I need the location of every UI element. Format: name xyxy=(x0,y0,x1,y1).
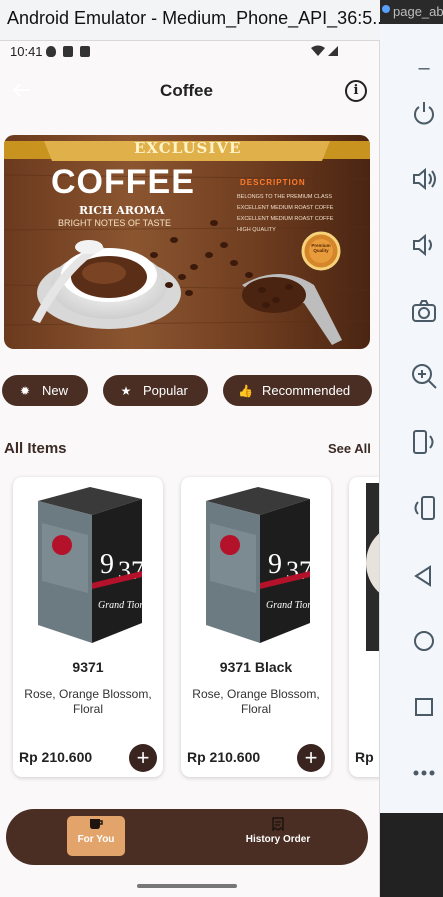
volume-up-icon xyxy=(413,167,436,191)
promo-banner[interactable]: EXCLUSIVE COFFEE RICH AROMA BRIGHT NOTES… xyxy=(4,135,370,349)
receipt-icon xyxy=(272,817,284,831)
product-list: 9 37 Grand Tion 9371 Rose, Orange Blosso… xyxy=(0,477,379,777)
gesture-bar[interactable] xyxy=(137,884,237,888)
product-card[interactable]: 9 37 Grand Tion 9371 Black Rose, Orange … xyxy=(181,477,331,777)
emulator-title-bar: Android Emulator - Medium_Phone_API_36:5… xyxy=(0,0,387,41)
zoom-button[interactable] xyxy=(410,362,438,390)
banner-subhead: RICH AROMA xyxy=(79,204,165,217)
banner-desc-line: HIGH QUALITY xyxy=(237,227,276,233)
overview-nav-button[interactable] xyxy=(410,693,438,721)
svg-text:9: 9 xyxy=(268,549,282,580)
square-overview-icon xyxy=(415,698,433,716)
volume-down-button[interactable] xyxy=(410,231,438,259)
chip-label: Recommended xyxy=(262,383,351,398)
chip-new[interactable]: ✹ New xyxy=(2,375,88,406)
window-title: Android Emulator - Medium_Phone_API_36:5… xyxy=(7,8,388,28)
banner-tagline: BRIGHT NOTES OF TASTE xyxy=(58,218,172,228)
minimize-button[interactable]: – xyxy=(410,54,438,82)
file-icon xyxy=(382,5,390,13)
app-badge-icon xyxy=(80,46,90,57)
status-notification-icons xyxy=(46,46,90,57)
product-name: 9371 xyxy=(72,659,104,675)
svg-text:Grand Tion: Grand Tion xyxy=(98,600,144,611)
zoom-in-icon xyxy=(412,364,437,389)
product-image: 9 37 Grand Tion xyxy=(38,487,144,643)
sd-card-icon xyxy=(63,46,73,57)
editor-tab-label: page_ab xyxy=(393,4,443,19)
svg-text:9: 9 xyxy=(100,549,114,580)
plus-icon: + xyxy=(304,745,318,770)
signal-icon xyxy=(328,46,338,56)
shield-icon xyxy=(46,46,56,57)
product-desc: Rose, Orange Blossom, Floral xyxy=(24,687,152,716)
status-bar: 10:41 xyxy=(0,41,379,63)
screenshot-button[interactable] xyxy=(410,297,438,325)
bottom-navigation: For You History Order xyxy=(6,809,368,865)
rotate-right-button[interactable] xyxy=(410,494,438,522)
chip-label: Popular xyxy=(143,383,188,398)
chip-recommended[interactable]: 👍 Recommended xyxy=(223,375,372,406)
coffee-cup-icon xyxy=(90,819,103,829)
banner-desc-line: EXCELLENT MEDIUM ROAST COFFE xyxy=(237,205,334,211)
plus-icon: + xyxy=(136,745,150,770)
triangle-back-icon xyxy=(414,565,431,587)
page-title: Coffee xyxy=(160,81,213,100)
thumbs-up-icon: 👍 xyxy=(238,383,253,398)
product-image: 9 37 Grand Tion xyxy=(206,487,312,643)
camera-icon xyxy=(412,300,436,322)
circle-home-icon xyxy=(414,631,434,651)
more-dots-icon xyxy=(413,770,435,776)
banner-desc-line: EXCELLENT MEDIUM ROAST COFFE xyxy=(237,216,334,222)
status-time: 10:41 xyxy=(10,44,43,59)
new-badge-icon: ✹ xyxy=(19,383,31,398)
chip-popular[interactable]: ★ Popular xyxy=(103,375,208,406)
back-nav-button[interactable] xyxy=(410,562,438,590)
nav-label: History Order xyxy=(245,834,311,845)
volume-up-button[interactable] xyxy=(410,165,438,193)
volume-down-icon xyxy=(413,233,432,257)
status-system-icons xyxy=(311,45,338,57)
nav-history-order[interactable]: History Order xyxy=(236,817,320,845)
quality-badge: Premium Quality xyxy=(311,243,331,253)
wifi-icon xyxy=(311,45,325,56)
more-button[interactable] xyxy=(410,759,438,787)
banner-headline: COFFEE xyxy=(51,163,195,201)
category-chips: ✹ New ★ Popular 👍 Recommended xyxy=(0,375,379,407)
power-button[interactable] xyxy=(410,99,438,127)
banner-desc-title: DESCRIPTION xyxy=(240,178,306,187)
phone-screen: 10:41 Coffee i EXCLUSIVE COFFEE RICH ARO… xyxy=(0,41,380,897)
star-icon: ★ xyxy=(120,383,132,398)
product-price: Rp xyxy=(355,749,374,765)
editor-tab[interactable]: page_ab xyxy=(380,0,443,24)
add-to-cart-button[interactable]: + xyxy=(129,744,157,772)
chip-label: New xyxy=(42,383,69,398)
rotate-left-icon xyxy=(413,430,434,454)
power-icon xyxy=(414,102,434,125)
rotate-right-icon xyxy=(414,496,435,520)
info-button[interactable]: i xyxy=(345,80,367,102)
product-card[interactable]: Rp xyxy=(349,477,379,777)
home-nav-button[interactable] xyxy=(410,627,438,655)
svg-text:Grand Tion: Grand Tion xyxy=(266,600,312,611)
add-to-cart-button[interactable]: + xyxy=(297,744,325,772)
nav-label: For You xyxy=(77,834,115,845)
product-card[interactable]: 9 37 Grand Tion 9371 Rose, Orange Blosso… xyxy=(13,477,163,777)
emulator-side-toolbar: – xyxy=(380,24,443,897)
nav-for-you[interactable]: For You xyxy=(67,817,125,845)
app-bar: Coffee i xyxy=(0,73,379,109)
banner-desc-line: BELONGS TO THE PREMIUM CLASS xyxy=(237,194,333,200)
product-price: Rp 210.600 xyxy=(19,749,93,765)
product-price: Rp 210.600 xyxy=(187,749,261,765)
info-icon: i xyxy=(353,83,359,98)
see-all-link[interactable]: See All xyxy=(328,441,371,456)
section-title: All Items xyxy=(4,440,67,457)
emulator-side-footer xyxy=(380,813,443,897)
product-image xyxy=(366,483,379,651)
product-desc: Rose, Orange Blossom, Floral xyxy=(192,687,320,716)
rotate-left-button[interactable] xyxy=(410,428,438,456)
banner-ribbon-text: EXCLUSIVE xyxy=(134,139,242,157)
product-name: 9371 Black xyxy=(219,659,293,675)
